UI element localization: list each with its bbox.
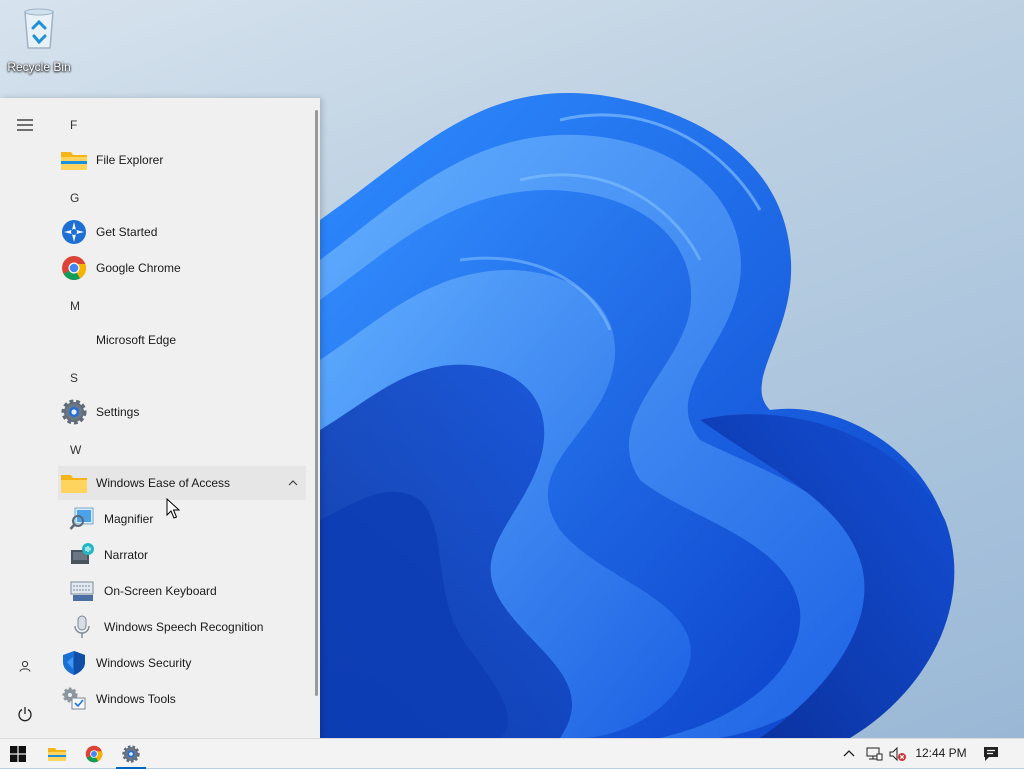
chevron-up-icon[interactable] [836, 739, 862, 769]
network-icon[interactable] [862, 739, 886, 769]
app-narrator[interactable]: Narrator [66, 538, 306, 572]
chrome-icon [60, 254, 88, 282]
app-label: Windows Security [96, 656, 192, 670]
app-windows-speech-recognition[interactable]: Windows Speech Recognition [66, 610, 306, 644]
app-file-explorer[interactable]: File Explorer [58, 143, 306, 177]
app-windows-security[interactable]: Windows Security [58, 646, 306, 680]
recycle-bin-label: Recycle Bin [7, 60, 71, 74]
folder-icon [60, 469, 88, 497]
chevron-up-icon [288, 480, 298, 486]
keyboard-icon [68, 577, 96, 605]
app-label: Microsoft Edge [96, 333, 177, 347]
volume-muted-icon[interactable] [886, 739, 910, 769]
app-label: Windows Ease of Access [96, 476, 231, 490]
app-settings[interactable]: Settings [58, 395, 306, 429]
folder-icon [60, 146, 88, 174]
get-started-icon [60, 218, 88, 246]
app-on-screen-keyboard[interactable]: On-Screen Keyboard [66, 574, 306, 608]
app-label: Magnifier [104, 512, 154, 526]
app-google-chrome[interactable]: Google Chrome [58, 251, 306, 285]
taskbar-clock[interactable]: 12:44 PM [912, 739, 970, 769]
app-label: Settings [96, 405, 140, 419]
letter-header-g[interactable]: G [70, 187, 100, 209]
microphone-icon [68, 613, 96, 641]
app-windows-tools[interactable]: Windows Tools [58, 682, 306, 716]
app-list: F File Explorer G Get Started Google Chr… [0, 98, 310, 738]
letter-header-w[interactable]: W [70, 439, 100, 461]
app-get-started[interactable]: Get Started [58, 215, 306, 249]
chrome-icon[interactable] [79, 739, 109, 769]
start-menu: F File Explorer G Get Started Google Chr… [0, 98, 320, 738]
app-label: Narrator [104, 548, 149, 562]
blank-icon [60, 326, 88, 354]
app-label: File Explorer [96, 153, 164, 167]
recycle-bin-icon [19, 6, 59, 50]
letter-header-m[interactable]: M [70, 295, 100, 317]
shield-icon [60, 649, 88, 677]
app-label: On-Screen Keyboard [104, 584, 217, 598]
app-label: Windows Tools [96, 692, 176, 706]
recycle-bin[interactable]: Recycle Bin [4, 6, 74, 74]
windows-start-icon[interactable] [3, 739, 33, 769]
app-magnifier[interactable]: Magnifier [66, 502, 306, 536]
narrator-icon [68, 541, 96, 569]
tools-icon [60, 685, 88, 713]
settings-icon[interactable] [116, 739, 146, 769]
gear-icon [60, 398, 88, 426]
letter-header-f[interactable]: F [70, 114, 100, 136]
app-microsoft-edge[interactable]: Microsoft Edge [58, 323, 306, 357]
taskbar: 12:44 PM [0, 738, 1024, 769]
app-list-scrollbar[interactable] [315, 110, 318, 696]
app-label: Get Started [96, 225, 158, 239]
magnifier-icon [68, 505, 96, 533]
notification-icon[interactable] [976, 739, 1006, 769]
app-label: Windows Speech Recognition [104, 620, 264, 634]
letter-header-s[interactable]: S [70, 367, 100, 389]
mouse-cursor-icon [166, 498, 180, 519]
folder-windows-ease-of-access[interactable]: Windows Ease of Access [58, 466, 306, 500]
app-label: Google Chrome [96, 261, 181, 275]
file-explorer-icon[interactable] [42, 739, 72, 769]
